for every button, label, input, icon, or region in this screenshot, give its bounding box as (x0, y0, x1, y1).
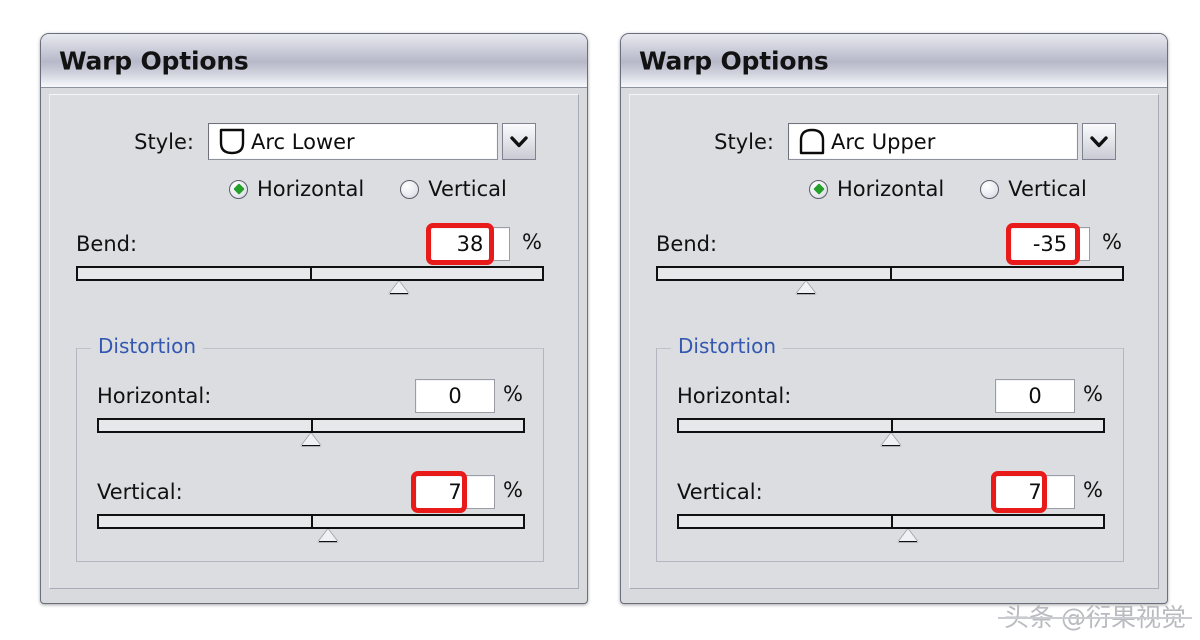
bend-slider-center-tick (310, 266, 312, 281)
distortion-vertical-slider-thumb[interactable] (898, 529, 919, 542)
distortion-horizontal-field-line: Horizontal: 0 % (97, 377, 525, 415)
distortion-horizontal-slider-thumb[interactable] (301, 433, 321, 446)
warp-options-dialog-right: Warp Options Style: Arc Upper Horizontal (620, 33, 1168, 604)
style-dropdown-button[interactable] (502, 123, 536, 160)
arc-lower-icon (219, 128, 245, 155)
distortion-vertical-spin-wrap: 7 (991, 471, 1075, 513)
distortion-vertical-label: Vertical: (677, 480, 763, 504)
distortion-vertical-slider[interactable] (677, 514, 1105, 542)
radio-horizontal[interactable]: Horizontal (809, 177, 944, 201)
distortion-group-title: Distortion (671, 334, 783, 358)
chevron-down-icon (510, 135, 528, 147)
distortion-groupbox: Distortion Horizontal: 0 % Vertical: 7 % (656, 334, 1124, 562)
bend-slider-center-tick (890, 266, 892, 281)
bend-spin-wrap: 38 (426, 223, 510, 265)
orientation-radio-row: Horizontal Vertical (50, 177, 578, 201)
radio-horizontal-label: Horizontal (257, 177, 365, 201)
bend-unit: % (522, 230, 542, 254)
radio-horizontal-indicator[interactable] (809, 179, 828, 199)
orientation-radio-row: Horizontal Vertical (630, 177, 1158, 201)
bend-unit: % (1102, 230, 1122, 254)
radio-vertical[interactable]: Vertical (400, 177, 507, 201)
distortion-horizontal-block: Horizontal: 0 % (677, 377, 1105, 446)
distortion-horizontal-slider[interactable] (97, 418, 525, 446)
distortion-vertical-unit: % (1083, 478, 1103, 502)
arc-upper-icon (799, 128, 825, 155)
distortion-horizontal-slider-thumb[interactable] (881, 433, 901, 446)
distortion-horizontal-label: Horizontal: (97, 384, 212, 408)
distortion-vertical-input[interactable]: 7 (415, 475, 495, 509)
bend-input[interactable]: 38 (430, 227, 510, 261)
distortion-vertical-label: Vertical: (97, 480, 183, 504)
style-row: Style: Arc Upper (630, 123, 1158, 160)
warp-options-dialog-left: Warp Options Style: Arc Lower Horizontal (40, 33, 588, 604)
distortion-horizontal-spin-wrap: 0 (995, 379, 1075, 413)
bend-label: Bend: (656, 232, 718, 256)
style-value: Arc Upper (831, 129, 936, 154)
radio-horizontal[interactable]: Horizontal (229, 177, 364, 201)
style-label: Style: (134, 129, 194, 154)
titlebar-left: Warp Options (41, 34, 587, 88)
distortion-vertical-field-line: Vertical: 7 % (677, 471, 1105, 513)
distortion-horizontal-field-line: Horizontal: 0 % (677, 377, 1105, 415)
distortion-groupbox: Distortion Horizontal: 0 % Vertical: 7 % (76, 334, 544, 562)
distortion-horizontal-spin-wrap: 0 (415, 379, 495, 413)
dialog-title: Warp Options (639, 46, 829, 75)
bend-block: Bend: -35 % (656, 223, 1124, 294)
bend-input[interactable]: -35 (1010, 227, 1090, 261)
bend-field-line: Bend: 38 % (76, 223, 544, 265)
watermark: 头条 @衍果视觉 (997, 598, 1192, 634)
distortion-vertical-center-tick (891, 514, 893, 529)
bend-block: Bend: 38 % (76, 223, 544, 294)
distortion-horizontal-center-tick (311, 418, 313, 433)
bend-field-line: Bend: -35 % (656, 223, 1124, 265)
dialog-body-right: Style: Arc Upper Horizontal Vertical Ben… (629, 94, 1159, 589)
dialog-title: Warp Options (59, 46, 249, 75)
style-label: Style: (714, 129, 774, 154)
distortion-vertical-unit: % (503, 478, 523, 502)
radio-vertical-label: Vertical (428, 177, 507, 201)
bend-spin-wrap: -35 (1006, 223, 1090, 265)
distortion-vertical-slider[interactable] (97, 514, 525, 542)
radio-vertical[interactable]: Vertical (980, 177, 1087, 201)
distortion-horizontal-input[interactable]: 0 (995, 379, 1075, 413)
radio-vertical-indicator[interactable] (980, 179, 1000, 199)
distortion-vertical-block: Vertical: 7 % (97, 471, 525, 542)
bend-slider-thumb[interactable] (795, 281, 816, 294)
titlebar-right: Warp Options (621, 34, 1167, 88)
radio-horizontal-indicator[interactable] (229, 179, 248, 199)
radio-vertical-indicator[interactable] (400, 179, 420, 199)
distortion-horizontal-label: Horizontal: (677, 384, 792, 408)
radio-horizontal-label: Horizontal (837, 177, 945, 201)
chevron-down-icon (1090, 135, 1108, 147)
distortion-horizontal-unit: % (503, 382, 523, 406)
distortion-horizontal-center-tick (891, 418, 893, 433)
distortion-vertical-center-tick (311, 514, 313, 529)
distortion-vertical-spin-wrap: 7 (411, 471, 495, 513)
bend-slider[interactable] (76, 266, 544, 294)
style-value: Arc Lower (251, 129, 355, 154)
distortion-horizontal-input[interactable]: 0 (415, 379, 495, 413)
style-dropdown-button[interactable] (1082, 123, 1116, 160)
bend-slider-thumb[interactable] (388, 281, 409, 294)
distortion-vertical-block: Vertical: 7 % (677, 471, 1105, 542)
radio-vertical-label: Vertical (1008, 177, 1087, 201)
dialog-body-left: Style: Arc Lower Horizontal Vertical Ben… (49, 94, 579, 589)
style-combobox[interactable]: Arc Upper (788, 123, 1078, 160)
watermark-strikethrough (997, 616, 1192, 619)
style-combobox[interactable]: Arc Lower (208, 123, 498, 160)
distortion-vertical-field-line: Vertical: 7 % (97, 471, 525, 513)
bend-slider[interactable] (656, 266, 1124, 294)
distortion-horizontal-block: Horizontal: 0 % (97, 377, 525, 446)
style-row: Style: Arc Lower (50, 123, 578, 160)
distortion-horizontal-unit: % (1083, 382, 1103, 406)
distortion-vertical-slider-thumb[interactable] (318, 529, 339, 542)
distortion-horizontal-slider[interactable] (677, 418, 1105, 446)
bend-label: Bend: (76, 232, 138, 256)
distortion-vertical-input[interactable]: 7 (995, 475, 1075, 509)
distortion-group-title: Distortion (91, 334, 203, 358)
